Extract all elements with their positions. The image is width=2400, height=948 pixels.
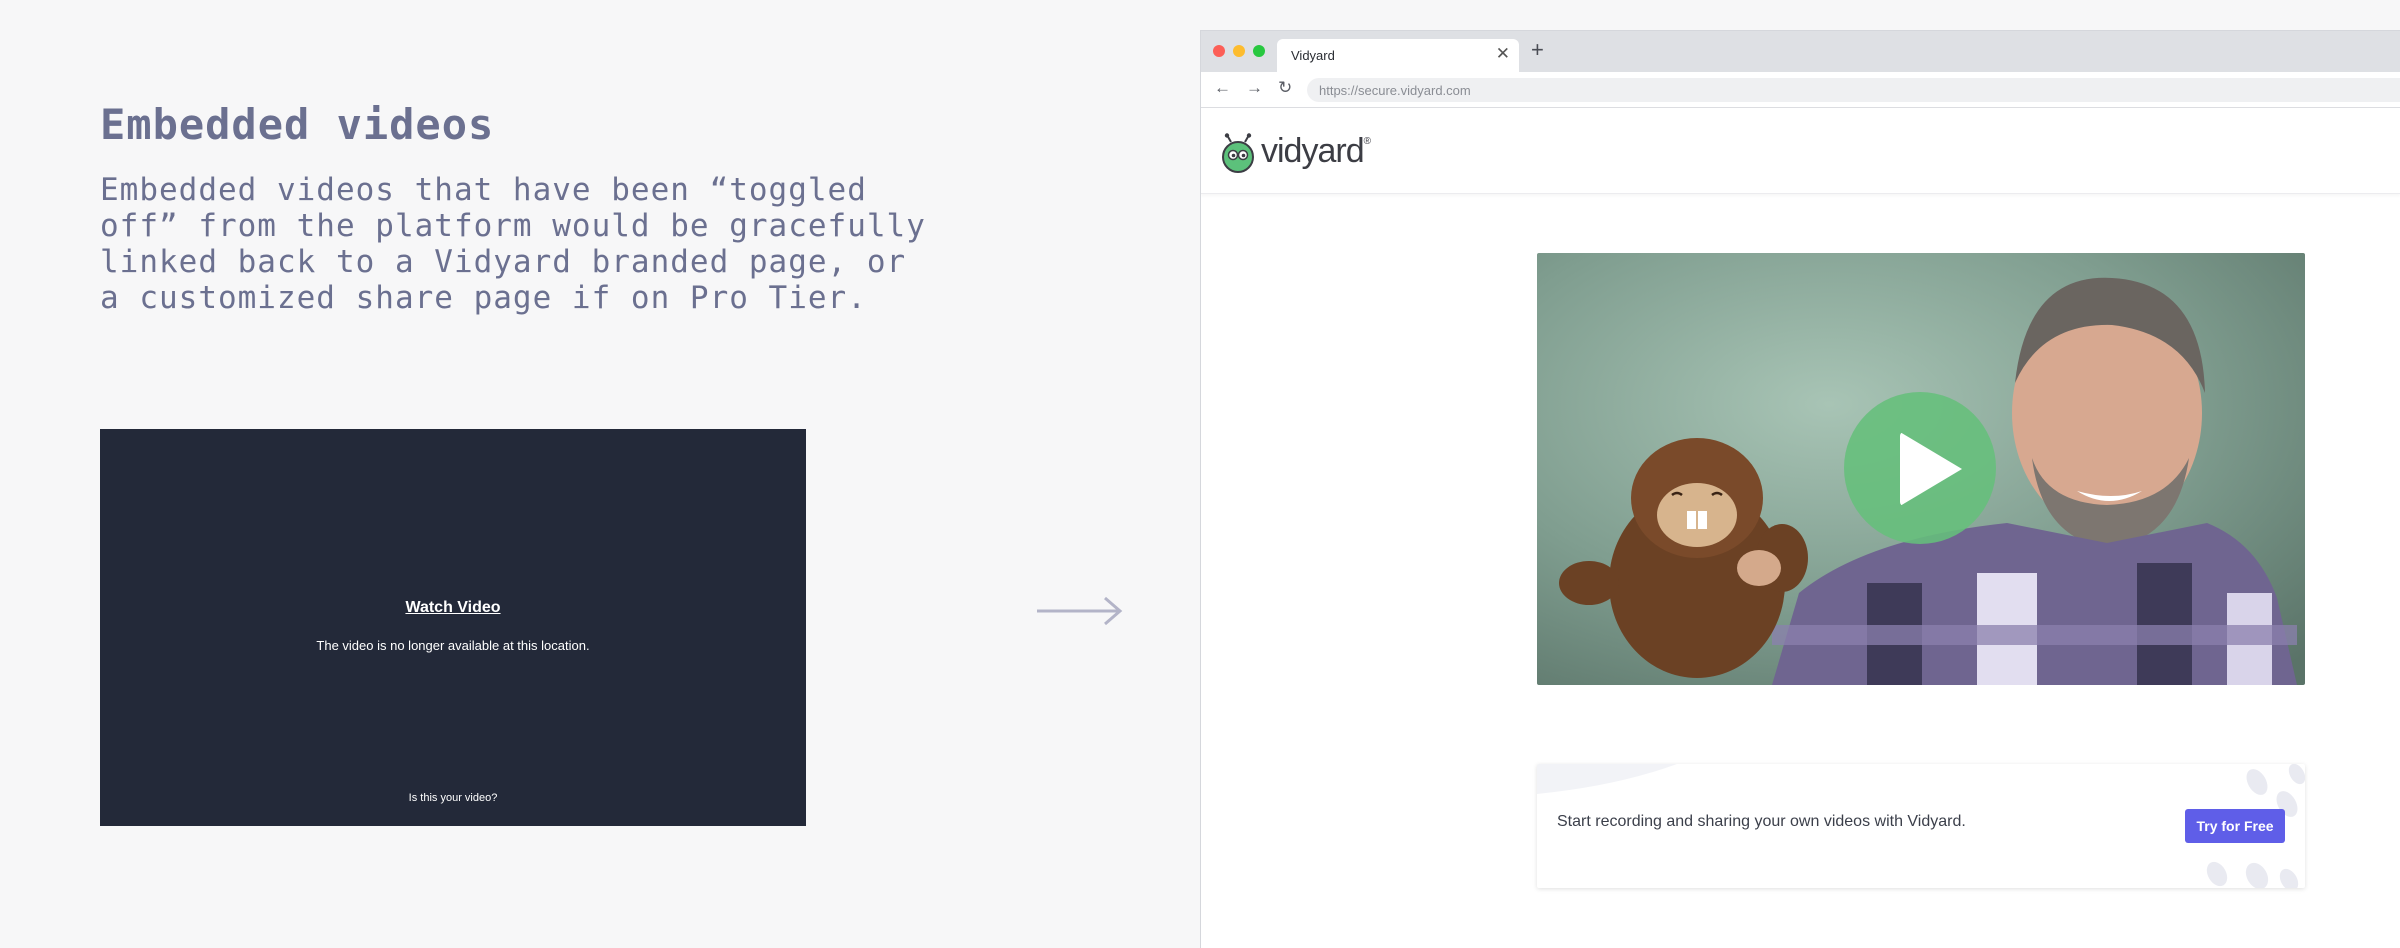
- vidyard-logo-icon[interactable]: [1221, 133, 1255, 173]
- reload-icon[interactable]: ↻: [1278, 78, 1292, 98]
- play-icon: [1900, 432, 1962, 506]
- minimize-window-dot[interactable]: [1233, 45, 1245, 57]
- disabled-embed-player: Watch Video The video is no longer avail…: [100, 429, 806, 826]
- tab-bar: Vidyard ✕ +: [1201, 31, 2400, 72]
- is-this-your-video-link[interactable]: Is this your video?: [100, 792, 806, 804]
- vidyard-logo[interactable]: vidyard®: [1261, 132, 1371, 171]
- registered-mark: ®: [1363, 135, 1371, 147]
- browser-tab[interactable]: Vidyard ✕: [1277, 39, 1519, 72]
- promo-text: Start recording and sharing your own vid…: [1557, 813, 1966, 830]
- new-tab-icon[interactable]: +: [1531, 37, 1544, 63]
- slide-description: Embedded videos that have been “toggled …: [100, 172, 926, 316]
- navigation-bar: ← → ↻ https://secure.vidyard.com: [1201, 72, 2400, 108]
- tab-close-icon[interactable]: ✕: [1496, 44, 1510, 64]
- address-bar[interactable]: https://secure.vidyard.com: [1307, 78, 2400, 102]
- arrow-right-icon: [1037, 596, 1123, 626]
- play-button[interactable]: [1844, 392, 1996, 544]
- try-for-free-button[interactable]: Try for Free: [2185, 809, 2285, 843]
- tab-title: Vidyard: [1291, 48, 1335, 63]
- maximize-window-dot[interactable]: [1253, 45, 1265, 57]
- back-arrow-icon[interactable]: ←: [1214, 78, 1231, 98]
- slide-title: Embedded videos: [100, 100, 495, 149]
- forward-arrow-icon[interactable]: →: [1246, 78, 1263, 98]
- browser-window: Vidyard ✕ + ← → ↻ https://secure.vidyard…: [1200, 30, 2400, 948]
- url-text: https://secure.vidyard.com: [1319, 83, 1471, 98]
- promo-banner: Start recording and sharing your own vid…: [1537, 764, 2305, 888]
- watch-video-link[interactable]: Watch Video: [100, 599, 806, 617]
- close-window-dot[interactable]: [1213, 45, 1225, 57]
- site-header: vidyard®: [1201, 108, 2400, 194]
- unavailable-message: The video is no longer available at this…: [316, 638, 590, 653]
- logo-text: vidyard: [1261, 132, 1365, 170]
